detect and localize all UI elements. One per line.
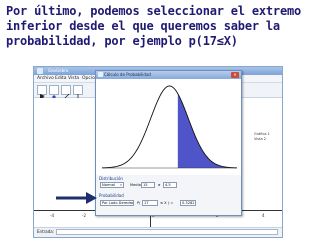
chevron-down-icon: ▾ <box>120 183 122 187</box>
x-tick-label: -4 <box>50 213 54 218</box>
menu-archivo[interactable]: Archivo <box>37 75 54 82</box>
upper-bound-label: ≤ X ) = <box>160 201 174 205</box>
point-tool-button[interactable] <box>49 85 59 99</box>
menu-vista[interactable]: Vista <box>68 75 79 82</box>
lower-bound-input[interactable]: 17 <box>142 200 158 206</box>
distribution-section-label: Distribución <box>99 176 123 181</box>
input-bar-label: Entrada: <box>37 229 55 234</box>
sd-input[interactable]: 4.5 <box>163 182 177 188</box>
plot-background <box>98 80 241 175</box>
close-icon[interactable]: ✕ <box>231 72 239 78</box>
geogebra-title: GeoGebra <box>48 68 69 73</box>
mean-input[interactable]: 15 <box>141 182 155 188</box>
mean-label: Media <box>130 183 141 187</box>
input-bar: Entrada: <box>34 227 282 237</box>
lower-bound-label: P( <box>137 201 141 205</box>
distribution-select[interactable]: Normal ▾ <box>100 182 124 188</box>
line-tool-button[interactable] <box>61 85 71 101</box>
dialog-app-icon <box>98 72 103 77</box>
side-panel: Gráfica 1 Vista 2 <box>254 132 280 152</box>
menu-edita[interactable]: Edita <box>55 75 66 82</box>
slide-caption: Por último, podemos seleccionar el extre… <box>6 4 302 48</box>
probability-type-select[interactable]: Por Lado Derecho ▾ <box>100 200 134 206</box>
x-tick-label: 4 <box>262 213 265 218</box>
normal-distribution-plot <box>98 80 241 175</box>
move-tool-button[interactable] <box>37 85 47 100</box>
probability-section-label: Probabilidad <box>99 193 124 198</box>
dialog-titlebar[interactable]: Cálculo de Probabilidad ✕ <box>96 71 241 79</box>
input-bar-field[interactable] <box>56 229 278 235</box>
sd-label: σ <box>158 183 161 187</box>
dialog-controls: Distribución Normal ▾ Media 15 σ 4.5 Pro… <box>96 175 241 215</box>
probability-calculator-dialog: Cálculo de Probabilidad ✕ Distribución N… <box>95 70 242 216</box>
distribution-select-value: Normal <box>102 183 116 187</box>
side-panel-line: Vista 2 <box>254 137 266 141</box>
chevron-down-icon: ▾ <box>130 201 132 205</box>
geogebra-app-icon <box>37 68 43 74</box>
dialog-title: Cálculo de Probabilidad <box>104 72 151 77</box>
x-tick-label: -2 <box>82 213 86 218</box>
result-output: 0.3282 <box>180 200 196 206</box>
perpendicular-tool-button[interactable] <box>73 85 83 100</box>
